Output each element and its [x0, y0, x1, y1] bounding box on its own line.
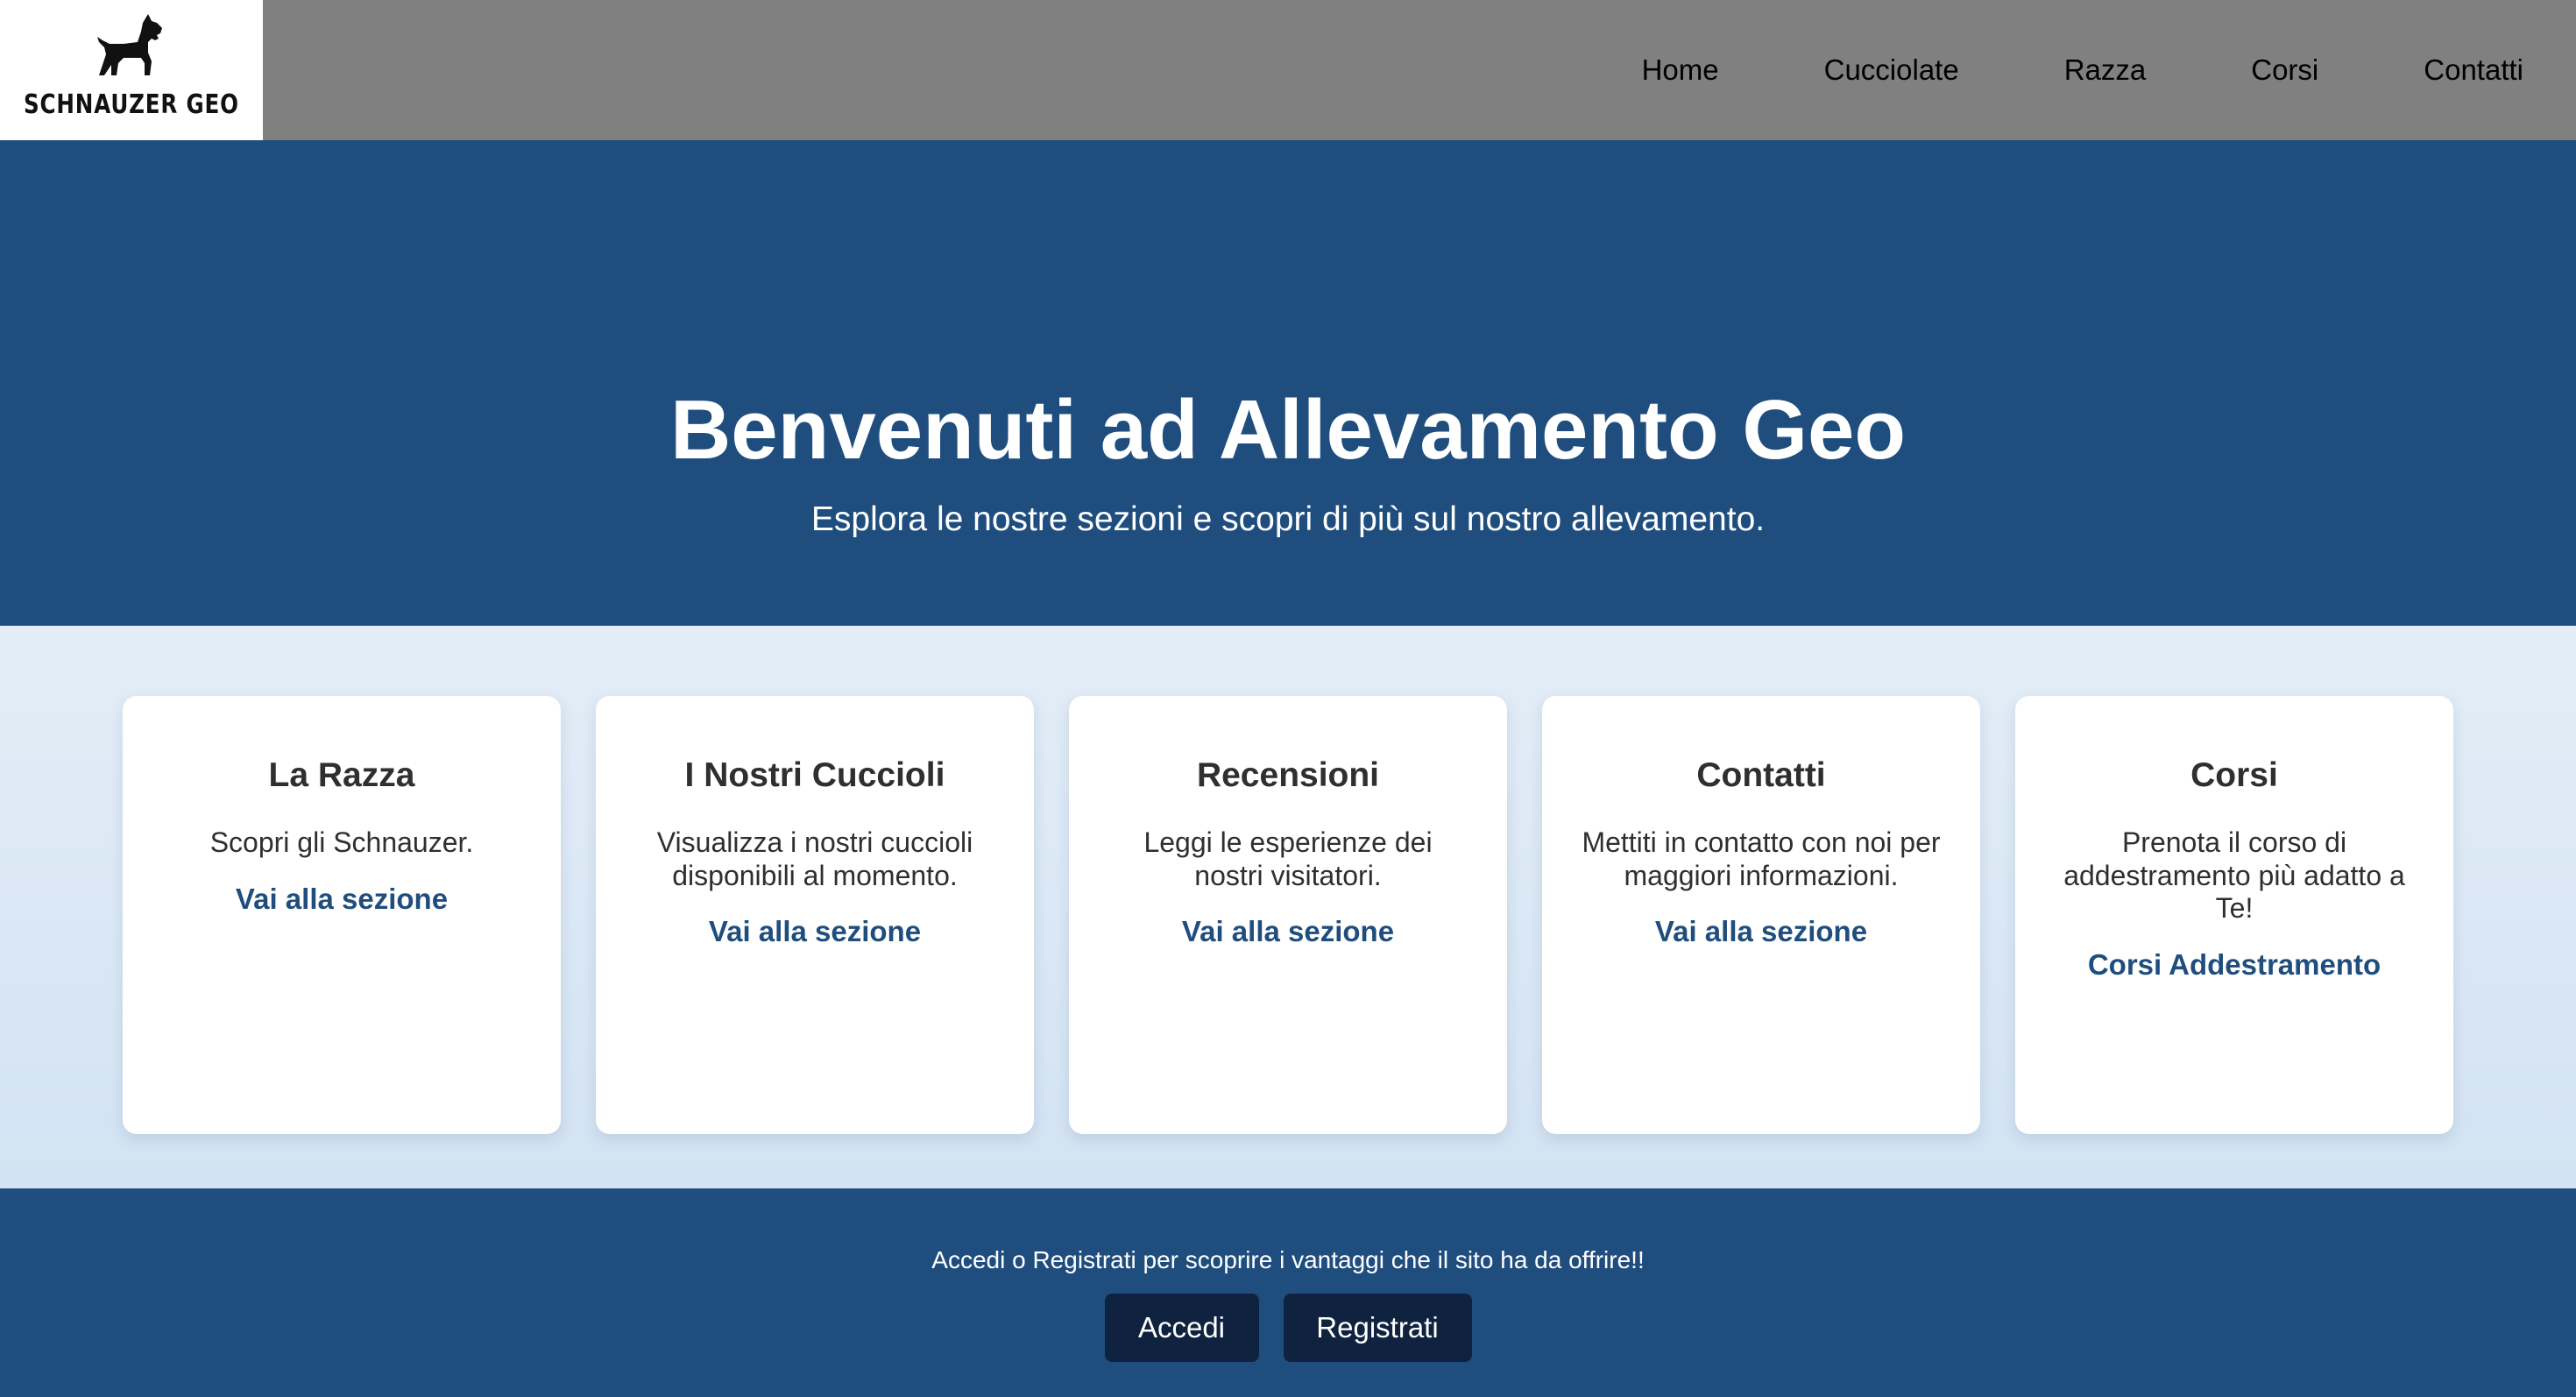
card-title: Recensioni: [1196, 756, 1380, 794]
card-description: Prenota il corso di addestramento più ad…: [2063, 826, 2405, 925]
footer-buttons: Accedi Registrati: [0, 1294, 2576, 1362]
hero-subtitle: Esplora le nostre sezioni e scopri di pi…: [810, 500, 1766, 538]
card-i-nostri-cuccioli: I Nostri Cuccioli Visualizza i nostri cu…: [596, 696, 1034, 1134]
login-button[interactable]: Accedi: [1104, 1294, 1259, 1362]
card-link[interactable]: Vai alla sezione: [236, 883, 448, 916]
card-link[interactable]: Vai alla sezione: [1182, 915, 1394, 948]
nav-contatti-link[interactable]: Contatti: [2424, 53, 2523, 87]
card-title: I Nostri Cuccioli: [684, 756, 945, 794]
card-recensioni: Recensioni Leggi le esperienze dei nostr…: [1069, 696, 1507, 1134]
site-footer: Accedi o Registrati per scoprire i vanta…: [0, 1188, 2576, 1397]
card-title: Contatti: [1696, 756, 1826, 794]
footer-message: Accedi o Registrati per scoprire i vanta…: [931, 1246, 1645, 1273]
site-header: SCHNAUZER GEO Home Cucciolate Razza Cors…: [0, 0, 2576, 152]
nav-corsi-link[interactable]: Corsi: [2251, 53, 2318, 87]
card-link[interactable]: Vai alla sezione: [709, 915, 921, 948]
logo-text: SCHNAUZER GEO: [24, 89, 239, 120]
card-description: Visualizza i nostri cuccioli disponibili…: [656, 826, 973, 891]
nav-razza-link[interactable]: Razza: [2064, 53, 2147, 87]
card-corsi: Corsi Prenota il corso di addestramento …: [2015, 696, 2453, 1134]
card-link[interactable]: Corsi Addestramento: [2088, 948, 2381, 982]
hero-title: Benvenuti ad Allevamento Geo: [669, 383, 1907, 477]
nav-cucciolate-link[interactable]: Cucciolate: [1824, 53, 1959, 87]
card-description: Leggi le esperienze dei nostri visitator…: [1143, 826, 1433, 891]
card-description: Mettiti in contatto con noi per maggiori…: [1582, 826, 1941, 891]
card-link[interactable]: Vai alla sezione: [1655, 915, 1867, 948]
card-title: La Razza: [268, 756, 415, 794]
card-description: Scopri gli Schnauzer.: [209, 826, 474, 858]
card-la-razza: La Razza Scopri gli Schnauzer. Vai alla …: [123, 696, 561, 1134]
schnauzer-dog-icon: [97, 14, 162, 75]
register-button[interactable]: Registrati: [1283, 1294, 1472, 1362]
main-nav: Home Cucciolate Razza Corsi Contatti: [1642, 0, 2523, 140]
sections-area: La Razza Scopri gli Schnauzer. Vai alla …: [0, 626, 2576, 1188]
nav-home-link[interactable]: Home: [1642, 53, 1719, 87]
card-contatti: Contatti Mettiti in contatto con noi per…: [1542, 696, 1980, 1134]
hero-section: Benvenuti ad Allevamento Geo Esplora le …: [0, 140, 2576, 626]
logo[interactable]: SCHNAUZER GEO: [0, 0, 263, 152]
card-title: Corsi: [2190, 756, 2278, 794]
